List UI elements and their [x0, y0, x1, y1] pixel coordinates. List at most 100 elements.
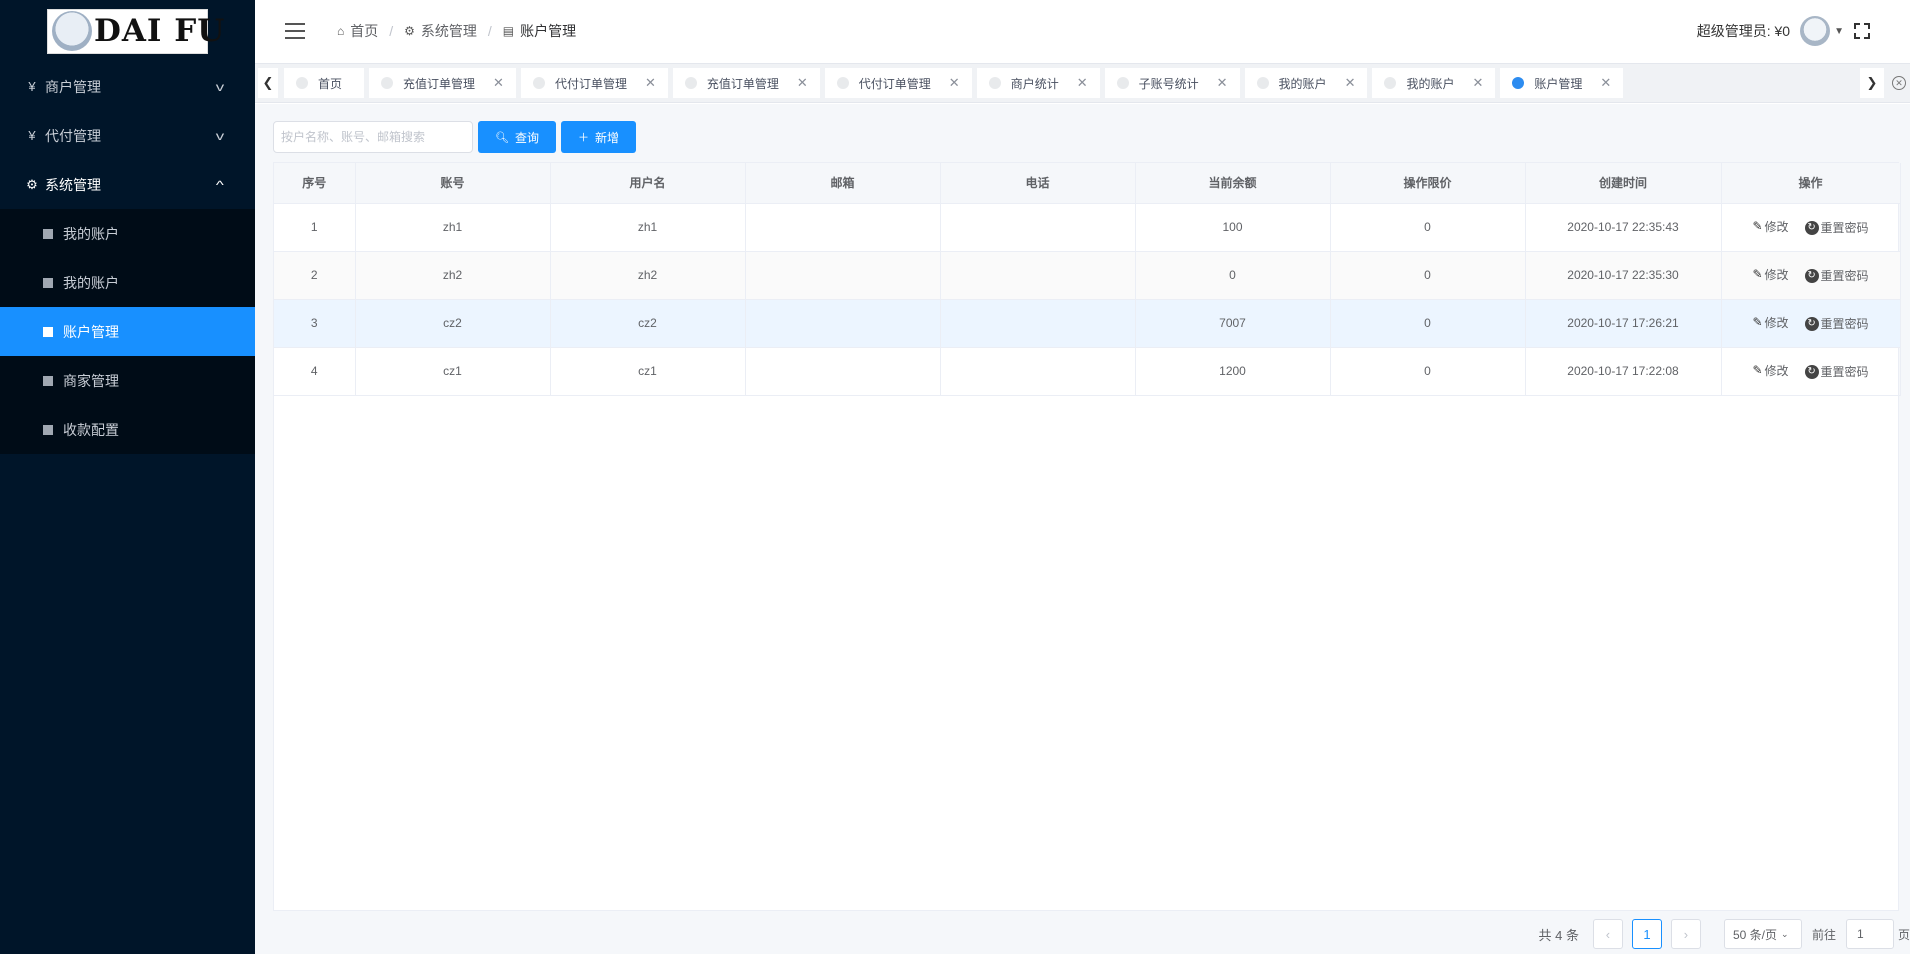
cell-email [745, 251, 941, 300]
tab-status-dot [988, 77, 1001, 89]
breadcrumb-separator: / [389, 23, 394, 39]
list-icon [43, 375, 53, 386]
logo-text: DAI FU [94, 13, 226, 49]
cell-username: cz1 [550, 347, 746, 396]
admin-balance-label: 超级管理员: ¥0 [1696, 23, 1791, 39]
refresh-icon: ↻ [1804, 364, 1819, 379]
close-icon[interactable]: ✕ [493, 75, 504, 91]
page-number-button[interactable]: 1 [1631, 919, 1662, 949]
chevron-down-icon: v [215, 79, 225, 94]
list-icon [43, 228, 53, 239]
breadcrumb-item-home[interactable]: 首页 [350, 21, 378, 41]
tab-label: 首页 [318, 76, 343, 91]
tab-7[interactable]: 子账号统计 ✕ [1104, 68, 1240, 98]
sidebar-subitem-5[interactable]: 收款配置 [0, 405, 255, 454]
edit-link[interactable]: ✎ 修改 [1752, 218, 1788, 235]
tags-list: 首页 充值订单管理 ✕ 代付订单管理 ✕ 充值订单管理 ✕ 代付订单管理 ✕ 商户统计 ✕ 子账号统计… [284, 68, 1628, 98]
gear-icon: ⚙ [26, 176, 38, 192]
goto-label: 前往 [1811, 927, 1836, 942]
tab-8[interactable]: 我的账户 ✕ [1244, 68, 1368, 98]
cell-limit: 0 [1330, 251, 1526, 300]
cell-index: 3 [274, 299, 356, 348]
cell-limit: 0 [1330, 299, 1526, 348]
query-button[interactable]: 🔍︎ 查询 [478, 121, 556, 153]
reset-password-link[interactable]: ↻ 重置密码 [1804, 315, 1869, 332]
prev-page-icon[interactable]: ‹ [1592, 919, 1623, 949]
cell-balance: 0 [1135, 251, 1331, 300]
tags-scroll-right-icon[interactable]: ❯ [1860, 68, 1884, 98]
logo[interactable]: DAI FU [0, 0, 255, 62]
sidebar-subitem-label: 商家管理 [63, 372, 119, 389]
table-row[interactable]: 4 cz1 cz1 1200 0 2020-10-17 17:22:08 ✎ 修改 ↻ 重置密码 [274, 347, 1901, 396]
tab-status-dot [1256, 77, 1269, 89]
table-row[interactable]: 2 zh2 zh2 0 0 2020-10-17 22:35:30 ✎ 修改 ↻ 重置密码 [274, 251, 1901, 300]
cell-username: cz2 [550, 299, 746, 348]
tab-10[interactable]: 账户管理 ✕ [1500, 68, 1624, 98]
sidebar-menu-2[interactable]: ¥ 代付管理 v [0, 111, 255, 160]
tab-1[interactable]: 首页 [284, 68, 365, 98]
table-row[interactable]: 1 zh1 zh1 100 0 2020-10-17 22:35:43 ✎ 修改 ↻ 重置密码 [274, 203, 1901, 252]
column-header: 当前余额 [1135, 163, 1331, 204]
goto-page-input[interactable] [1845, 919, 1894, 949]
cell-username: zh2 [550, 251, 746, 300]
close-all-tags-icon[interactable]: ✕ [1888, 68, 1910, 98]
close-icon[interactable]: ✕ [1345, 75, 1356, 91]
close-icon[interactable]: ✕ [1600, 75, 1611, 91]
edit-link[interactable]: ✎ 修改 [1752, 314, 1788, 331]
sidebar-menu-1[interactable]: ¥ 商户管理 v [0, 62, 255, 111]
close-icon[interactable]: ✕ [645, 75, 656, 91]
cell-created: 2020-10-17 22:35:30 [1525, 251, 1722, 300]
reset-password-link[interactable]: ↻ 重置密码 [1804, 363, 1869, 380]
sidebar-subitem-2[interactable]: 我的账户 [0, 258, 255, 307]
search-input[interactable] [273, 121, 473, 153]
tab-9[interactable]: 我的账户 ✕ [1372, 68, 1496, 98]
tags-scroll-left-icon[interactable]: ❮ [258, 68, 278, 98]
add-button-label: 新增 [594, 130, 619, 145]
close-icon[interactable]: ✕ [1217, 75, 1228, 91]
sidebar-subitem-4[interactable]: 商家管理 [0, 356, 255, 405]
tab-label: 账户管理 [1534, 76, 1583, 91]
tab-status-dot [296, 77, 308, 89]
cell-created: 2020-10-17 17:22:08 [1525, 347, 1722, 396]
tab-3[interactable]: 代付订单管理 ✕ [520, 68, 668, 98]
column-header: 操作 [1721, 163, 1901, 204]
cell-actions: ✎ 修改 ↻ 重置密码 [1721, 203, 1901, 252]
tab-label: 充值订单管理 [706, 76, 779, 91]
tab-status-dot [1512, 77, 1525, 89]
close-icon[interactable]: ✕ [949, 75, 960, 91]
next-page-icon[interactable]: › [1670, 919, 1701, 949]
close-icon[interactable]: ✕ [1472, 75, 1483, 91]
edit-link[interactable]: ✎ 修改 [1752, 266, 1788, 283]
close-icon[interactable]: ✕ [797, 75, 808, 91]
close-icon[interactable]: ✕ [1077, 75, 1088, 91]
sidebar-menu-3[interactable]: ⚙ 系统管理 ^ [0, 160, 255, 209]
tab-4[interactable]: 充值订单管理 ✕ [672, 68, 820, 98]
tab-2[interactable]: 充值订单管理 ✕ [369, 68, 516, 98]
avatar[interactable] [1800, 16, 1831, 46]
breadcrumb-item-system[interactable]: 系统管理 [421, 21, 477, 41]
menu-toggle-icon[interactable] [285, 23, 305, 39]
reset-password-link[interactable]: ↻ 重置密码 [1804, 219, 1869, 236]
tab-5[interactable]: 代付订单管理 ✕ [824, 68, 972, 98]
edit-link[interactable]: ✎ 修改 [1752, 362, 1788, 379]
tab-label: 商户统计 [1010, 76, 1059, 91]
column-header: 操作限价 [1330, 163, 1526, 204]
cell-username: zh1 [550, 203, 746, 252]
page-suffix-label: 页 [1897, 927, 1910, 942]
caret-down-icon[interactable]: ▼ [1834, 26, 1844, 37]
reset-password-link[interactable]: ↻ 重置密码 [1804, 267, 1869, 284]
add-button[interactable]: ＋ 新增 [560, 121, 636, 153]
tags-bar: ❮ 首页 充值订单管理 ✕ 代付订单管理 ✕ 充值订单管理 ✕ 代付订单管理 ✕ 商户统计 ✕ 子账号… [255, 63, 1910, 103]
yen-icon: ¥ [28, 79, 36, 94]
tab-status-dot [836, 77, 849, 89]
cell-phone [940, 347, 1136, 396]
sidebar-menu: ¥ 商户管理 v ¥ 代付管理 v ⚙ 系统管理 ^ 我的账户 我的账户 账户管理 商家管理 收款配置 [0, 62, 255, 454]
sidebar-subitem-3[interactable]: 账户管理 [0, 307, 255, 356]
sidebar-subitem-1[interactable]: 我的账户 [0, 209, 255, 258]
fullscreen-icon[interactable] [1854, 23, 1870, 39]
cell-actions: ✎ 修改 ↻ 重置密码 [1721, 251, 1901, 300]
table-row[interactable]: 3 cz2 cz2 7007 0 2020-10-17 17:26:21 ✎ 修改 ↻ 重置密码 [274, 299, 1901, 348]
page-size-select[interactable]: 50 条/页 ⌄ [1723, 919, 1802, 949]
sidebar-subitem-label: 账户管理 [63, 323, 119, 340]
tab-6[interactable]: 商户统计 ✕ [976, 68, 1100, 98]
